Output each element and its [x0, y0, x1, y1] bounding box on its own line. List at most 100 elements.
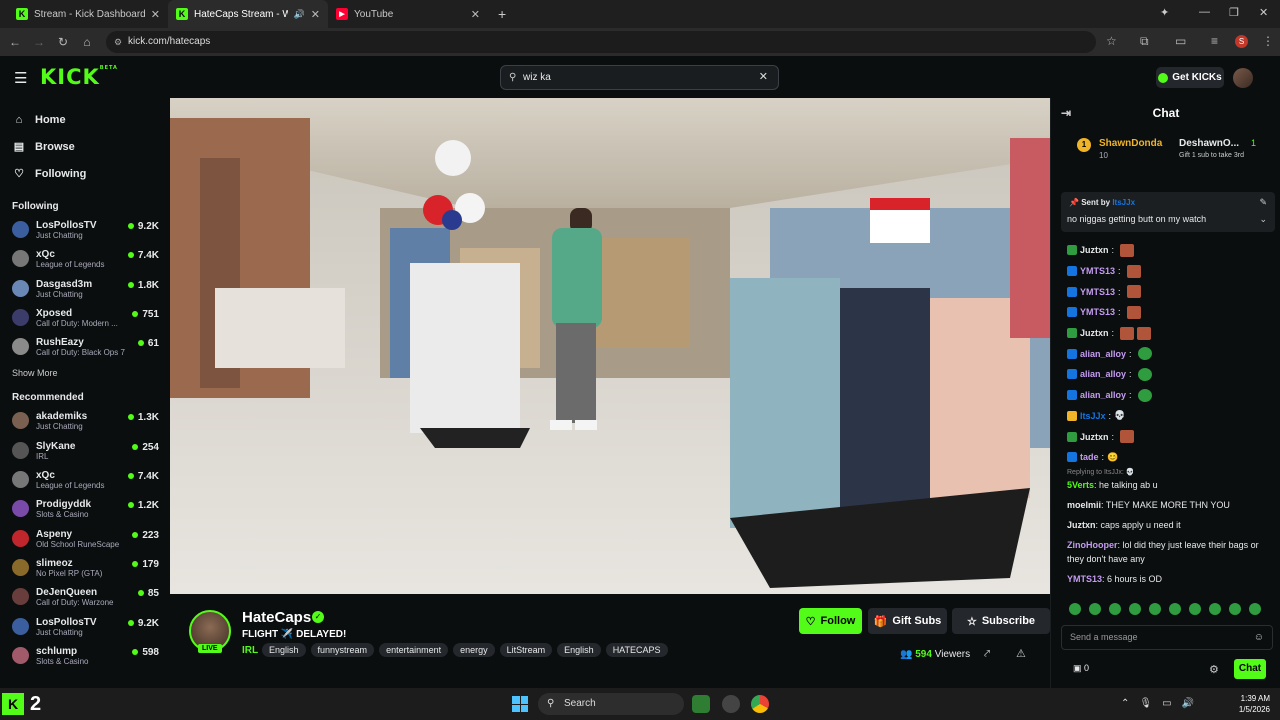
chat-username[interactable]: YMTS13 [1080, 266, 1115, 276]
volume-icon[interactable]: 🔊 [1182, 698, 1194, 709]
chat-settings-icon[interactable]: ⚙ [1209, 663, 1219, 676]
chat-username[interactable]: moelmii [1067, 500, 1101, 510]
chat-username[interactable]: 5Verts [1067, 480, 1094, 490]
close-tab-icon[interactable]: ✕ [471, 8, 480, 21]
sidebar-channel-aspeny[interactable]: Aspeny Old School RuneScape 223 [0, 525, 170, 554]
stream-tag[interactable]: English [262, 643, 306, 657]
user-avatar[interactable] [1233, 68, 1253, 88]
close-tab-icon[interactable]: ✕ [151, 8, 160, 21]
share-icon[interactable]: ⤤ [984, 648, 990, 661]
emote-icon[interactable] [1229, 603, 1241, 615]
windows-start-icon[interactable] [512, 696, 528, 712]
report-icon[interactable]: ⚠ [1016, 647, 1026, 660]
obs-app-icon[interactable] [722, 695, 740, 713]
follow-button[interactable]: ♡ Follow [799, 608, 862, 634]
new-tab-button[interactable]: + [498, 6, 506, 22]
chat-username[interactable]: alian_alloy [1080, 390, 1126, 400]
pinned-message[interactable]: 📌 Sent by ItsJJx no niggas getting butt … [1061, 192, 1275, 232]
collapse-chat-icon[interactable]: ⇥ [1061, 98, 1071, 128]
chat-username[interactable]: Juztxn [1080, 432, 1109, 442]
stream-tag[interactable]: LitStream [499, 643, 553, 657]
url-field[interactable]: ⚙ kick.com/hatecaps [106, 31, 1096, 53]
sidebar-channel-rusheazy[interactable]: RushEazy Call of Duty: Black Ops 7 61 [0, 333, 170, 362]
sidebar-channel-lospollostv[interactable]: LosPollosTV Just Chatting 9.2K [0, 613, 170, 642]
chevron-down-icon[interactable]: ⌄ [1259, 214, 1267, 225]
stream-tag[interactable]: English [557, 643, 601, 657]
sidebar-channel-xqc[interactable]: xQc League of Legends 7.4K [0, 245, 170, 274]
video-player[interactable] [170, 98, 1050, 594]
menu-kebab-icon[interactable]: ⋮ [1262, 34, 1274, 48]
gift-subs-button[interactable]: 🎁 Gift Subs [868, 608, 947, 634]
chat-input[interactable]: Send a message ☺ [1061, 625, 1273, 650]
nav-following[interactable]: ♡ Following [0, 160, 170, 187]
chat-username[interactable]: Juztxn [1067, 520, 1096, 530]
sidebar-channel-dejenqueen[interactable]: DeJenQueen Call of Duty: Warzone 85 [0, 583, 170, 612]
emote-icon[interactable] [1089, 603, 1101, 615]
sidebar-channel-schlump[interactable]: schlump Slots & Casino 598 [0, 642, 170, 671]
sidebar-channel-xposed[interactable]: Xposed Call of Duty: Modern ... 751 [0, 304, 170, 333]
tab-kick-dashboard[interactable]: K Stream - Kick Dashboard ✕ [8, 0, 168, 28]
extensions-icon[interactable]: ⧉ [1140, 34, 1149, 49]
hamburger-menu-icon[interactable]: ☰ [14, 69, 27, 87]
chat-username[interactable]: tade [1080, 452, 1099, 462]
forward-icon[interactable]: → [27, 35, 51, 49]
send-chat-button[interactable]: Chat [1234, 659, 1266, 679]
chat-username[interactable]: ItsJJx [1080, 411, 1106, 421]
stream-tag[interactable]: funnystream [310, 643, 375, 657]
sidebar-channel-xqc[interactable]: xQc League of Legends 7.4K [0, 466, 170, 495]
nav-browse[interactable]: ▤ Browse [0, 133, 170, 160]
chat-username[interactable]: ZinoHooper [1067, 540, 1118, 550]
chat-username[interactable]: YMTS13 [1080, 307, 1115, 317]
chrome-app-icon[interactable] [751, 695, 769, 713]
media-control-icon[interactable]: ≡ [1211, 34, 1218, 48]
sidebar-channel-slimeoz[interactable]: slimeoz No Pixel RP (GTA) 179 [0, 554, 170, 583]
sidebar-channel-prodigyddk[interactable]: Prodigyddk Slots & Casino 1.2K [0, 495, 170, 524]
home-icon[interactable]: ⌂ [75, 35, 99, 49]
emote-icon[interactable] [1069, 603, 1081, 615]
clear-search-icon[interactable]: ✕ [759, 66, 768, 89]
microphone-icon[interactable]: 🎙 [1139, 698, 1152, 709]
chat-username[interactable]: alian_alloy [1080, 349, 1126, 359]
emote-icon[interactable] [1149, 603, 1161, 615]
stream-tag[interactable]: HATECAPS [605, 643, 668, 657]
chat-username[interactable]: YMTS13 [1067, 574, 1102, 584]
system-clock[interactable]: 1:39 AM 1/5/2026 [1230, 693, 1270, 715]
streamer-name[interactable]: HateCaps [242, 609, 311, 626]
emote-icon[interactable] [1169, 603, 1181, 615]
nav-home[interactable]: ⌂ Home [0, 106, 170, 133]
search-input[interactable]: ⚲ wiz ka ✕ [500, 65, 779, 90]
network-icon[interactable]: ▭ [1162, 698, 1171, 709]
sidebar-channel-lospollostv[interactable]: LosPollosTV Just Chatting 9.2K [0, 216, 170, 245]
emote-icon[interactable] [1209, 603, 1221, 615]
show-more-link[interactable]: Show More [0, 368, 170, 378]
nvidia-app-icon[interactable] [692, 695, 710, 713]
subscribe-button[interactable]: ☆ Subscribe [952, 608, 1050, 634]
maximize-button[interactable]: ❐ [1229, 6, 1239, 19]
emote-icon[interactable] [1249, 603, 1261, 615]
profile-avatar[interactable]: S [1235, 35, 1248, 48]
stream-tag[interactable]: energy [453, 643, 495, 657]
extensions-sparkle-icon[interactable]: ✦ [1160, 6, 1169, 19]
stream-tag[interactable]: entertainment [379, 643, 449, 657]
kick-logo[interactable]: KICKBETA [40, 65, 118, 89]
kick-tray[interactable]: K 2 [0, 690, 50, 718]
chat-username[interactable]: YMTS13 [1080, 287, 1115, 297]
get-kicks-button[interactable]: Get KICKs [1156, 67, 1224, 88]
site-info-icon[interactable]: ⚙ [114, 31, 122, 53]
emote-icon[interactable] [1129, 603, 1141, 615]
minimize-button[interactable]: — [1199, 6, 1210, 18]
chat-username[interactable]: Juztxn [1080, 245, 1109, 255]
emote-icon[interactable] [1109, 603, 1121, 615]
channel-points[interactable]: ▣ 0 [1073, 663, 1089, 674]
gift-leaderboard[interactable]: 1 ShawnDonda 10 DeshawnO... 1 Gift 1 sub… [1059, 132, 1275, 168]
cast-icon[interactable]: ▭ [1175, 34, 1186, 48]
reload-icon[interactable]: ↻ [51, 35, 75, 49]
audio-playing-icon[interactable]: 🔊 [294, 9, 305, 20]
unpin-icon[interactable]: ✎ [1259, 197, 1267, 208]
stream-category[interactable]: IRL [242, 645, 258, 656]
tab-youtube[interactable]: ▶ YouTube ✕ [328, 0, 488, 28]
chevron-up-icon[interactable]: ⌃ [1121, 698, 1129, 709]
bookmark-star-icon[interactable]: ☆ [1106, 34, 1117, 48]
tab-hatecaps-stream[interactable]: K HateCaps Stream - Watch L 🔊 ✕ [168, 0, 328, 28]
taskbar-search[interactable]: ⚲ Search [538, 693, 684, 715]
